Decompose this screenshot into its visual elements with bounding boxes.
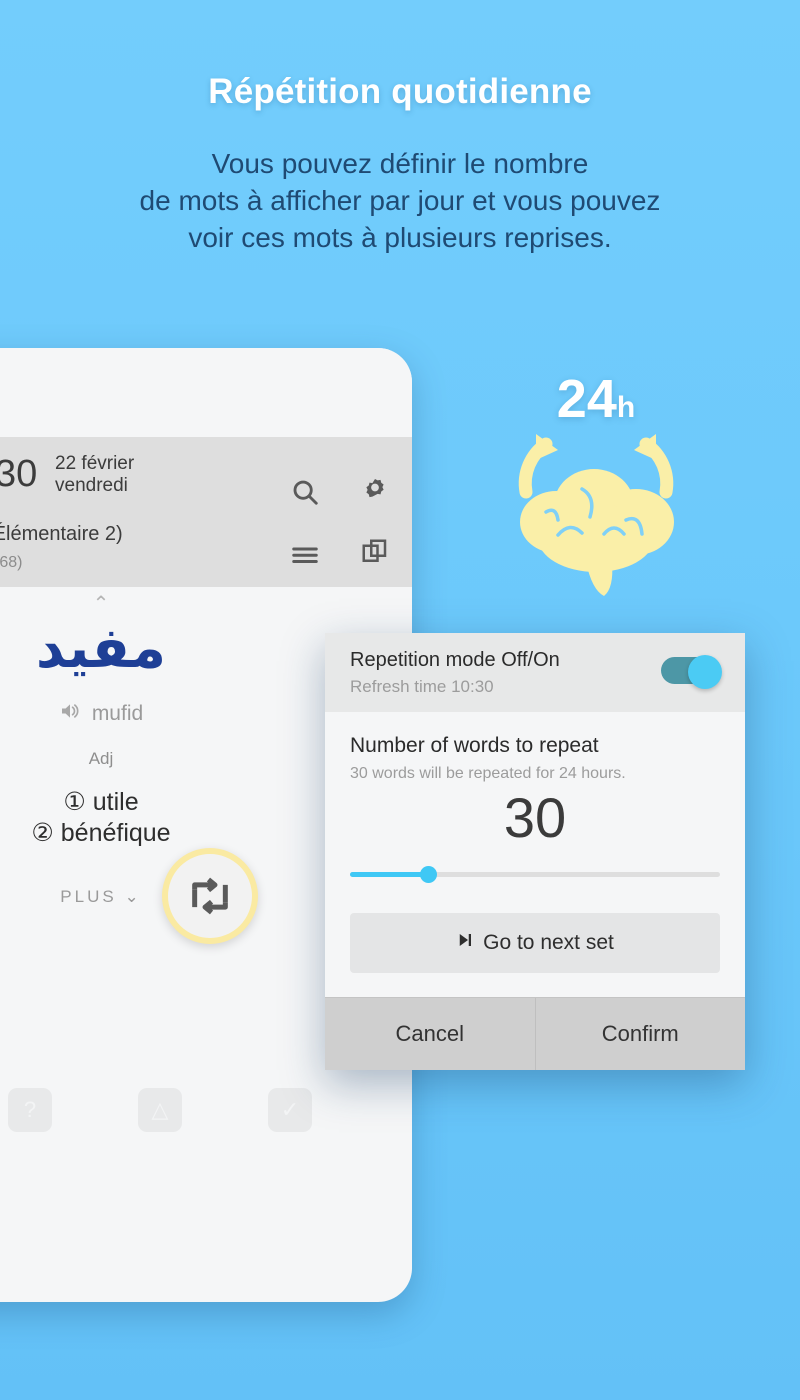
help-button[interactable]: ? — [8, 1088, 52, 1132]
flag-button[interactable]: △ — [138, 1088, 182, 1132]
toolbar-date-weekday: vendredi — [55, 475, 128, 497]
cancel-button[interactable]: Cancel — [325, 998, 535, 1070]
toolbar-icon-group — [218, 437, 388, 587]
brain-24h-illustration: 24h — [486, 372, 706, 602]
subtitle-line-3: voir ces mots à plusieurs reprises. — [188, 221, 612, 253]
dialog-actions: Cancel Confirm — [325, 997, 745, 1070]
brain-svg — [518, 434, 674, 596]
slider-fill — [350, 871, 428, 877]
repetition-mode-toggle[interactable] — [661, 655, 723, 689]
subtitle-line-1: Vous pouvez définir le nombre — [211, 148, 589, 179]
confirm-button[interactable]: Confirm — [534, 998, 746, 1070]
app-toolbar: 30 22 février vendredi (Élémentaire 2) /… — [0, 437, 412, 587]
skip-next-icon — [456, 931, 474, 955]
collapse-caret-icon[interactable]: ⌃ — [0, 591, 412, 616]
speaker-icon[interactable] — [59, 699, 83, 729]
promo-screenshot: Répétition quotidienne Vous pouvez défin… — [0, 0, 800, 1400]
more-label: PLUS — [60, 887, 117, 906]
page-title: Répétition quotidienne — [208, 72, 592, 111]
toggle-thumb — [688, 655, 722, 689]
chevron-down-icon: ⌄ — [124, 887, 142, 906]
toolbar-date-day: 22 février — [55, 453, 135, 474]
word-count-label: Number of words to repeat — [350, 734, 599, 757]
gear-icon[interactable] — [360, 475, 390, 510]
slider-thumb[interactable] — [419, 865, 437, 883]
check-button[interactable]: ✓ — [268, 1088, 312, 1132]
menu-icon[interactable] — [290, 539, 320, 574]
toolbar-day-number: 30 — [0, 453, 38, 495]
transliteration-text: mufid — [91, 702, 144, 725]
toolbar-count: /768) — [0, 554, 23, 571]
go-to-next-set-button[interactable]: Go to next set — [350, 912, 720, 973]
dialog-body: Number of words to repeat 30 words will … — [325, 712, 745, 997]
repeat-icon[interactable] — [162, 848, 258, 944]
page-subtitle: Vous pouvez définir le nombre de mots à … — [0, 146, 800, 257]
word-count-hint: 30 words will be repeated for 24 hours. — [350, 765, 626, 782]
subtitle-line-2: de mots à afficher par jour et vous pouv… — [139, 184, 661, 216]
search-icon[interactable] — [290, 477, 320, 512]
word-count-slider[interactable] — [350, 863, 720, 885]
toolbar-level: (Élémentaire 2) — [0, 523, 123, 545]
repetition-settings-dialog: Repetition mode Off/On Refresh time 10:3… — [325, 633, 745, 1070]
phone-status-gap — [0, 348, 412, 437]
toolbar-date: 22 février vendredi — [55, 453, 134, 498]
word-count-value: 30 — [503, 786, 567, 849]
copy-icon[interactable] — [360, 537, 390, 572]
go-to-next-set-label: Go to next set — [483, 930, 614, 954]
dialog-header: Repetition mode Off/On Refresh time 10:3… — [325, 633, 745, 712]
mini-button-row: ? △ ✓ — [0, 1088, 412, 1134]
